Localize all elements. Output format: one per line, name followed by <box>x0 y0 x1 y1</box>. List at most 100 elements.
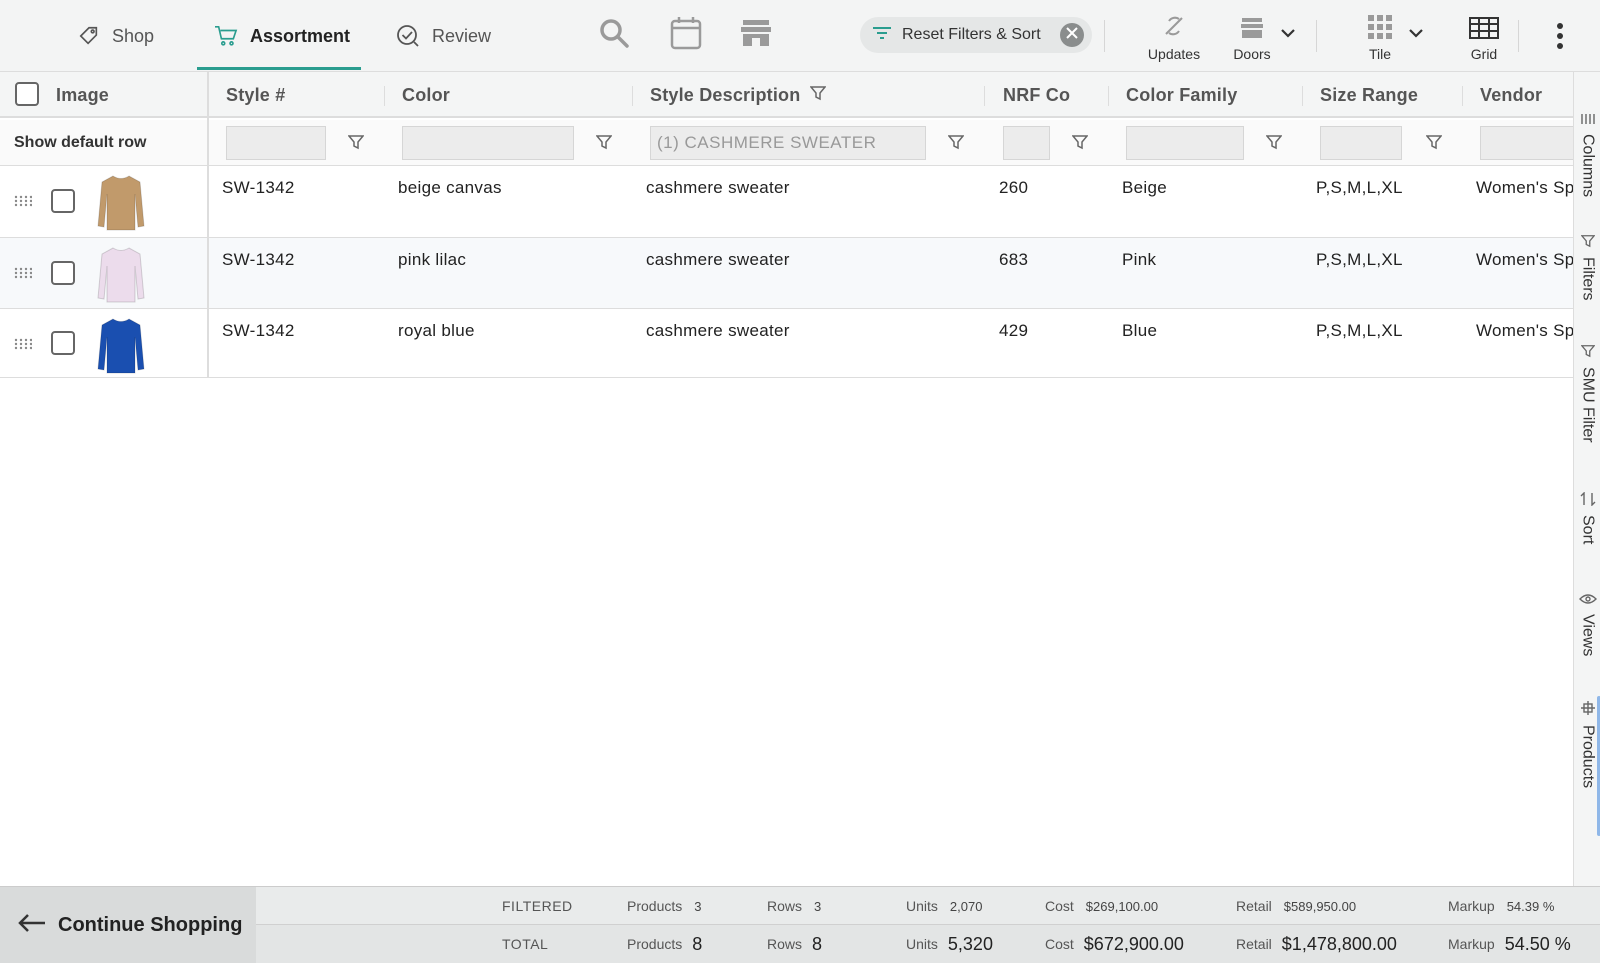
units-label: Units <box>906 936 938 952</box>
style-filter-input[interactable] <box>226 126 326 160</box>
filtered-units: Units 2,070 <box>906 887 982 925</box>
reset-filters-label: Reset Filters & Sort <box>902 26 1041 43</box>
row-checkbox[interactable] <box>51 189 75 213</box>
column-resizer[interactable] <box>632 86 633 106</box>
drag-handle-icon[interactable] <box>14 194 33 212</box>
tab-shop[interactable]: Shop <box>78 0 154 72</box>
size-range-cell: P,S,M,L,XL <box>1316 321 1403 340</box>
product-image[interactable] <box>96 315 146 375</box>
filter-icon[interactable] <box>1425 134 1443 155</box>
filter-icon[interactable] <box>1265 134 1283 155</box>
table-row[interactable]: SW-1342 royal blue cashmere sweater 429 … <box>0 309 1573 378</box>
markup-label: Markup <box>1448 936 1495 952</box>
tab-shop-label: Shop <box>112 25 155 46</box>
tile-view-button[interactable]: Tile <box>1360 10 1400 62</box>
filter-lines-icon <box>872 26 892 45</box>
assortment-grid: Image Style # Color Style Description NR… <box>0 72 1573 886</box>
doors-button[interactable]: Doors <box>1228 10 1276 62</box>
cart-icon <box>214 25 238 47</box>
clear-filters-button[interactable] <box>1060 23 1084 47</box>
drag-handle-icon[interactable] <box>14 337 33 355</box>
tab-assortment[interactable]: Assortment <box>214 0 350 72</box>
style-description-filter-input[interactable]: (1) CASHMERE SWEATER <box>650 126 926 160</box>
filter-icon[interactable] <box>1071 134 1089 155</box>
doors-dropdown-button[interactable] <box>1280 26 1296 44</box>
units-value: 5,320 <box>947 933 993 954</box>
total-cost: Cost $672,900.00 <box>1045 925 1184 963</box>
tag-icon <box>78 25 100 47</box>
total-units: Units 5,320 <box>906 925 993 963</box>
table-grid-icon <box>1469 17 1499 42</box>
vendor-filter-input[interactable] <box>1480 126 1573 160</box>
row-checkbox[interactable] <box>51 261 75 285</box>
product-image[interactable] <box>96 172 146 232</box>
rows-value: 8 <box>812 933 823 954</box>
size-range-filter-input[interactable] <box>1320 126 1402 160</box>
column-header-image[interactable]: Image <box>56 72 109 118</box>
column-header-color[interactable]: Color <box>402 72 450 118</box>
filter-icon[interactable] <box>595 134 613 155</box>
table-row[interactable]: SW-1342 pink lilac cashmere sweater 683 … <box>0 238 1573 309</box>
side-tab-columns[interactable]: Columns <box>1574 112 1600 197</box>
column-resizer[interactable] <box>1302 86 1303 106</box>
vendor-cell: Women's Sp <box>1476 178 1573 197</box>
tile-dropdown-button[interactable] <box>1408 26 1424 44</box>
column-header-size-range[interactable]: Size Range <box>1320 72 1418 118</box>
more-vertical-icon <box>1556 23 1564 54</box>
search-button[interactable] <box>596 17 632 53</box>
select-all-checkbox[interactable] <box>15 82 39 106</box>
color-filter-input[interactable] <box>402 126 574 160</box>
column-resizer[interactable] <box>384 86 385 106</box>
product-image[interactable] <box>96 244 146 304</box>
column-header-vendor[interactable]: Vendor <box>1480 72 1542 118</box>
total-markup: Markup 54.50 % <box>1448 925 1571 963</box>
size-range-cell: P,S,M,L,XL <box>1316 250 1403 269</box>
units-value: 2,070 <box>949 898 983 914</box>
continue-shopping-button[interactable]: Continue Shopping <box>0 887 256 963</box>
pinned-column-divider <box>207 72 209 378</box>
column-resizer[interactable] <box>1462 86 1463 106</box>
units-label: Units <box>906 898 938 914</box>
nrf-filter-input[interactable] <box>1003 126 1050 160</box>
row-checkbox[interactable] <box>51 331 75 355</box>
side-tab-views[interactable]: Views <box>1574 592 1600 656</box>
style-number-cell: SW-1342 <box>222 178 295 197</box>
side-tab-smu-filter[interactable]: SMU Filter <box>1574 344 1600 443</box>
columns-icon <box>1580 112 1595 130</box>
total-rows: Rows 8 <box>767 925 822 963</box>
color-family-filter-input[interactable] <box>1126 126 1244 160</box>
column-resizer[interactable] <box>984 86 985 106</box>
column-header-color-family[interactable]: Color Family <box>1126 72 1237 118</box>
grid-view-button[interactable]: Grid <box>1462 10 1506 62</box>
calendar-button[interactable] <box>668 16 704 53</box>
updates-button[interactable]: Updates <box>1144 10 1204 62</box>
search-icon <box>598 17 630 54</box>
cost-value: $672,900.00 <box>1083 933 1184 954</box>
tile-label: Tile <box>1368 46 1392 62</box>
grid-label: Grid <box>1470 46 1498 62</box>
column-resizer[interactable] <box>1108 86 1109 106</box>
filtered-products: Products 3 <box>627 887 701 925</box>
side-tab-sort[interactable]: Sort <box>1574 491 1600 544</box>
table-row[interactable]: SW-1342 beige canvas cashmere sweater 26… <box>0 166 1573 238</box>
products-value: 8 <box>692 933 703 954</box>
side-tab-filters[interactable]: Filters <box>1574 234 1600 301</box>
drag-handle-icon[interactable] <box>14 266 33 284</box>
total-summary-row: TOTAL Products 8 Rows 8 Units 5,320 Cost $67… <box>256 925 1600 963</box>
show-default-row-toggle[interactable]: Show default row <box>14 120 146 166</box>
column-header-nrf[interactable]: NRF Co <box>1003 72 1070 118</box>
color-family-cell: Beige <box>1122 178 1167 197</box>
column-header-style-description[interactable]: Style Description <box>650 72 828 118</box>
tab-review[interactable]: Review <box>396 0 491 72</box>
filtered-label: FILTERED <box>502 898 573 914</box>
filter-icon[interactable] <box>947 134 965 155</box>
side-tab-filters-label: Filters <box>1579 257 1597 301</box>
add-product-icon <box>1580 700 1596 721</box>
store-button[interactable] <box>738 17 774 53</box>
more-menu-button[interactable] <box>1556 22 1564 55</box>
markup-value: 54.39 % <box>1506 898 1555 914</box>
filter-icon[interactable] <box>347 134 365 155</box>
column-header-style[interactable]: Style # <box>226 72 285 118</box>
reset-filters-sort-button[interactable]: Reset Filters & Sort <box>860 17 1092 53</box>
filtered-rows: Rows 3 <box>767 887 821 925</box>
